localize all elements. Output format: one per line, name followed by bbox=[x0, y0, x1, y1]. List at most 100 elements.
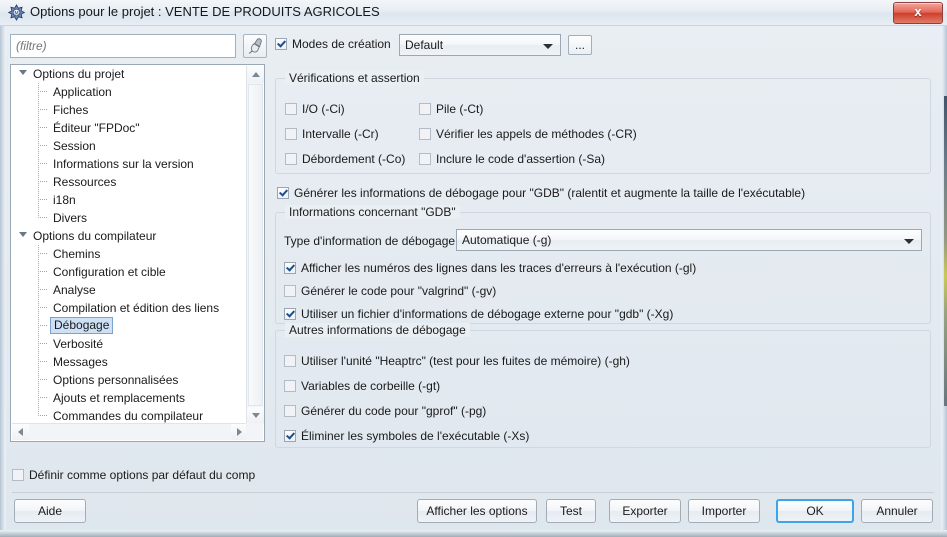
export-button[interactable]: Exporter bbox=[609, 499, 681, 523]
debug-info-type-combo[interactable]: Automatique (-g) bbox=[456, 229, 922, 251]
checkbox-box bbox=[284, 262, 296, 274]
trash-variables-checkbox[interactable]: Variables de corbeille (-gt) bbox=[284, 378, 440, 394]
tree-item[interactable]: Chemins bbox=[11, 245, 247, 263]
tree-item[interactable]: Options du projet bbox=[11, 65, 247, 83]
scroll-left-icon[interactable] bbox=[12, 424, 29, 440]
cancel-button[interactable]: Annuler bbox=[861, 499, 933, 523]
tree-item[interactable]: Compilation et édition des liens bbox=[11, 299, 247, 317]
strip-symbols-checkbox[interactable]: Éliminer les symboles de l'exécutable (-… bbox=[284, 428, 529, 444]
external-debug-file-checkbox[interactable]: Utiliser un fichier d'informations de dé… bbox=[284, 306, 673, 322]
tree-item-label: Options du projet bbox=[33, 67, 125, 81]
tree-item[interactable]: Débogage bbox=[11, 317, 247, 335]
filter-input[interactable] bbox=[10, 34, 236, 58]
checkbox-box bbox=[285, 153, 297, 165]
tree-item[interactable]: Session bbox=[11, 137, 247, 155]
button-bar-separator bbox=[12, 492, 934, 493]
debug-info-type-value: Automatique (-g) bbox=[462, 233, 552, 247]
debug-info-type-label: Type d'information de débogage bbox=[284, 234, 456, 248]
verifications-group-title: Vérifications et assertion bbox=[285, 71, 424, 85]
other-debug-group: Autres informations de débogage Utiliser… bbox=[275, 323, 931, 448]
heaptrc-checkbox[interactable]: Utiliser l'unité "Heaptrc" (test pour le… bbox=[284, 353, 630, 369]
tree-item[interactable]: Options du compilateur bbox=[11, 227, 247, 245]
build-modes-checkbox[interactable]: Modes de création bbox=[275, 36, 391, 52]
show-options-button[interactable]: Afficher les options bbox=[417, 499, 537, 523]
tree-item[interactable]: Ajouts et remplacements bbox=[11, 389, 247, 407]
scroll-down-icon[interactable] bbox=[247, 407, 264, 424]
heaptrc-label: Utiliser l'unité "Heaptrc" (test pour le… bbox=[301, 354, 630, 368]
show-line-numbers-checkbox[interactable]: Afficher les numéros des lignes dans les… bbox=[284, 260, 696, 276]
build-modes-more-button[interactable]: ... bbox=[568, 35, 592, 55]
default-compiler-options-label: Définir comme options par défaut du comp bbox=[29, 468, 256, 482]
gdb-info-group-title: Informations concernant "GDB" bbox=[285, 205, 460, 219]
tree-item-label: Chemins bbox=[53, 247, 101, 261]
tree-item-label: Options personnalisées bbox=[53, 373, 179, 387]
check-io[interactable]: I/O (-Ci) bbox=[285, 101, 345, 117]
expand-arrow-icon[interactable] bbox=[19, 232, 27, 237]
tree-item[interactable]: Ressources bbox=[11, 173, 247, 191]
trash-variables-label: Variables de corbeille (-gt) bbox=[301, 379, 441, 393]
tree-item[interactable]: Messages bbox=[11, 353, 247, 371]
tree-list[interactable]: Options du projet Application Fiches Éditeu… bbox=[11, 65, 247, 441]
checkbox-box bbox=[419, 128, 431, 140]
scrollbar-corner bbox=[246, 423, 263, 440]
valgrind-code-checkbox[interactable]: Générer le code pour "valgrind" (-gv) bbox=[284, 283, 496, 299]
default-compiler-options-checkbox[interactable]: Définir comme options par défaut du comp bbox=[12, 467, 255, 483]
gdb-info-group: Informations concernant "GDB" Type d'inf… bbox=[275, 205, 931, 324]
show-line-numbers-label: Afficher les numéros des lignes dans les… bbox=[301, 261, 697, 275]
gprof-checkbox[interactable]: Générer du code pour "gprof" (-pg) bbox=[284, 403, 486, 419]
vertical-scroll-thumb[interactable] bbox=[248, 84, 263, 406]
expand-arrow-icon[interactable] bbox=[19, 70, 27, 75]
tree-item[interactable]: Configuration et cible bbox=[11, 263, 247, 281]
window-border-left bbox=[0, 0, 6, 537]
checkbox-box bbox=[275, 38, 287, 50]
generate-debug-info-checkbox[interactable]: Générer les informations de débogage pou… bbox=[277, 185, 805, 201]
chevron-down-icon bbox=[543, 44, 553, 49]
ok-button[interactable]: OK bbox=[776, 499, 854, 523]
gprof-label: Générer du code pour "gprof" (-pg) bbox=[301, 404, 487, 418]
scroll-up-icon[interactable] bbox=[247, 66, 264, 83]
filter-row bbox=[10, 34, 267, 58]
tree-item-label: Commandes du compilateur bbox=[53, 409, 204, 423]
other-debug-group-title: Autres informations de débogage bbox=[285, 323, 470, 337]
check-range[interactable]: Intervalle (-Cr) bbox=[285, 126, 379, 142]
tree-item[interactable]: Éditeur "FPDoc" bbox=[11, 119, 247, 137]
options-tree[interactable]: Options du projet Application Fiches Éditeu… bbox=[10, 64, 265, 442]
tree-item-label: Ressources bbox=[53, 175, 117, 189]
brush-icon[interactable] bbox=[243, 34, 267, 58]
strip-symbols-label: Éliminer les symboles de l'exécutable (-… bbox=[301, 429, 530, 443]
build-mode-combo[interactable]: Default bbox=[399, 34, 561, 56]
close-button[interactable]: x bbox=[893, 2, 943, 24]
tree-item-label: Débogage bbox=[50, 317, 114, 334]
tree-item-label: Analyse bbox=[53, 283, 96, 297]
tree-vertical-scrollbar[interactable] bbox=[246, 66, 264, 424]
tree-item[interactable]: Verbosité bbox=[11, 335, 247, 353]
tree-item[interactable]: Application bbox=[11, 83, 247, 101]
tree-item[interactable]: Fiches bbox=[11, 101, 247, 119]
tree-guide-line bbox=[38, 83, 40, 218]
tree-guide-line bbox=[38, 245, 40, 416]
tree-item-label: i18n bbox=[53, 193, 76, 207]
tree-item[interactable]: Options personnalisées bbox=[11, 371, 247, 389]
import-button[interactable]: Importer bbox=[688, 499, 760, 523]
tree-item[interactable]: Informations sur la version bbox=[11, 155, 247, 173]
tree-item-label: Éditeur "FPDoc" bbox=[53, 121, 140, 135]
check-overflow[interactable]: Débordement (-Co) bbox=[285, 151, 405, 167]
lazarus-icon: M bbox=[7, 4, 26, 21]
tree-item[interactable]: i18n bbox=[11, 191, 247, 209]
check-method-calls-label: Vérifier les appels de méthodes (-CR) bbox=[436, 127, 637, 141]
tree-item[interactable]: Divers bbox=[11, 209, 247, 227]
tree-horizontal-scrollbar[interactable] bbox=[12, 423, 248, 440]
tree-item-label: Informations sur la version bbox=[53, 157, 194, 171]
help-button[interactable]: Aide bbox=[14, 499, 86, 523]
checkbox-box bbox=[284, 405, 296, 417]
window-border-bottom bbox=[0, 530, 947, 537]
svg-text:M: M bbox=[14, 11, 18, 17]
check-stack[interactable]: Pile (-Ct) bbox=[419, 101, 483, 117]
check-assertions[interactable]: Inclure le code d'assertion (-Sa) bbox=[419, 151, 605, 167]
checkbox-box bbox=[284, 308, 296, 320]
test-button[interactable]: Test bbox=[546, 499, 596, 523]
tree-item[interactable]: Analyse bbox=[11, 281, 247, 299]
checkbox-box bbox=[284, 430, 296, 442]
check-range-label: Intervalle (-Cr) bbox=[302, 127, 379, 141]
check-method-calls[interactable]: Vérifier les appels de méthodes (-CR) bbox=[419, 126, 637, 142]
